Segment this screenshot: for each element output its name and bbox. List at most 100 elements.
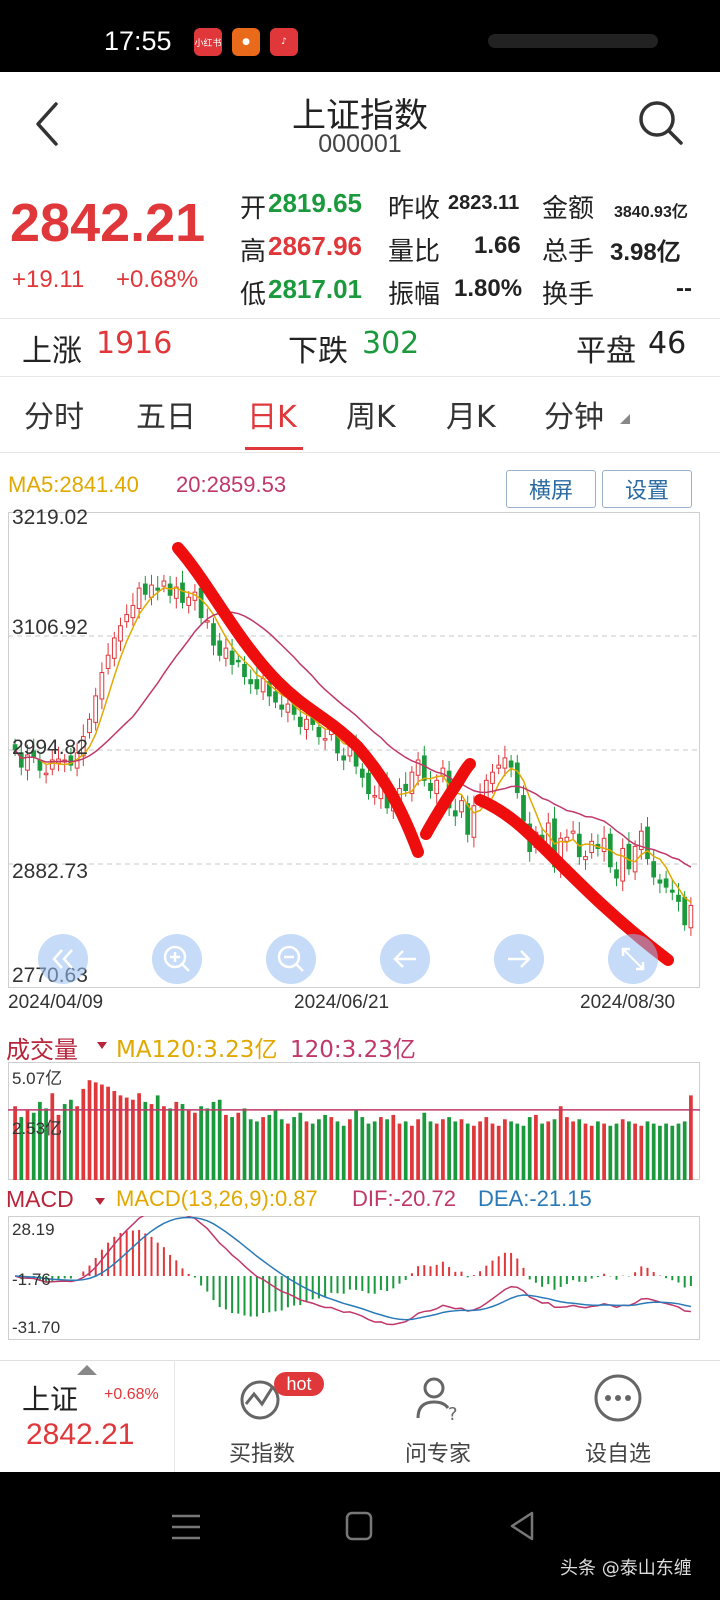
landscape-button[interactable]: 横屏 xyxy=(506,470,596,508)
volume-bar xyxy=(379,1117,383,1180)
kline-chart[interactable] xyxy=(8,512,700,988)
volume-tick-label: 2.53亿 xyxy=(12,1119,63,1138)
candle xyxy=(614,869,619,879)
volume-bar xyxy=(118,1095,123,1180)
tab-daily-k[interactable]: 日K xyxy=(247,392,297,436)
macd-chart[interactable] xyxy=(8,1216,700,1340)
volume-bar xyxy=(354,1110,358,1180)
home-icon[interactable] xyxy=(344,1510,374,1542)
system-nav-bar xyxy=(0,1472,720,1600)
prev-close-label: 昨收 xyxy=(388,194,441,224)
candle xyxy=(322,738,328,741)
candle xyxy=(124,614,130,623)
music-app-icon: ♪ xyxy=(270,28,298,56)
hot-badge: hot xyxy=(274,1372,324,1396)
scroll-left-button[interactable] xyxy=(380,934,430,984)
volume-bar xyxy=(645,1121,650,1180)
volume-bar xyxy=(633,1123,637,1180)
scroll-right-button[interactable] xyxy=(494,934,544,984)
ask-expert-button[interactable]: ? 问专家 xyxy=(376,1364,500,1468)
volume-bar xyxy=(186,1110,191,1180)
macd-params: MACD(13,26,9):0.87 xyxy=(116,1186,318,1211)
zoom-in-button[interactable] xyxy=(152,934,202,984)
zoom-in-icon xyxy=(163,945,190,972)
volume-bar xyxy=(242,1108,247,1180)
dropdown-triangle-icon xyxy=(620,414,630,424)
x-tick-label: 2024/04/09 xyxy=(8,992,104,1013)
volume-bar xyxy=(478,1121,482,1180)
candle xyxy=(242,663,247,678)
candle xyxy=(341,755,347,761)
candle xyxy=(403,783,409,792)
volume-bar xyxy=(496,1125,501,1180)
candle xyxy=(601,837,607,853)
settings-button[interactable]: 设置 xyxy=(602,470,692,508)
turnover-value: -- xyxy=(676,275,692,302)
search-icon[interactable] xyxy=(636,98,686,148)
amount-value: 3840.93亿 xyxy=(614,204,688,221)
volume-bar xyxy=(670,1125,675,1180)
tab-five-day[interactable]: 五日 xyxy=(136,392,196,436)
add-watchlist-button[interactable]: 设自选 xyxy=(556,1364,680,1468)
volume-bar xyxy=(391,1114,396,1180)
candle xyxy=(514,762,520,794)
volume-bar xyxy=(93,1082,98,1180)
candle xyxy=(161,580,167,587)
volume-bar xyxy=(267,1114,272,1180)
volume-bar xyxy=(403,1121,408,1180)
candle xyxy=(366,772,371,795)
volume-bar xyxy=(149,1104,154,1180)
volume-bar xyxy=(87,1080,92,1180)
total-volume-label: 总手 xyxy=(542,237,595,267)
tab-minute[interactable]: 分钟 xyxy=(544,392,604,436)
macd-tick-label: -31.70 xyxy=(12,1318,61,1337)
menu-icon[interactable] xyxy=(170,1512,202,1542)
add-watchlist-label: 设自选 xyxy=(584,1442,651,1467)
macd-tick-label: -1.76 xyxy=(12,1270,51,1289)
dropdown-triangle-icon xyxy=(95,1198,105,1205)
price-change-percent: +0.68% xyxy=(116,266,199,293)
volume-120: 120:3.23亿 xyxy=(290,1037,416,1063)
app-notification-icon: ● xyxy=(232,28,260,56)
volume-chart[interactable] xyxy=(8,1062,700,1180)
volume-bar xyxy=(286,1123,290,1180)
volume-bar xyxy=(509,1121,513,1180)
volume-ratio-label: 量比 xyxy=(388,237,441,267)
macd-title[interactable]: MACD xyxy=(6,1186,74,1213)
volume-bar xyxy=(168,1108,172,1180)
volume-bar xyxy=(205,1108,210,1180)
divider xyxy=(0,376,720,377)
tab-intraday[interactable]: 分时 xyxy=(24,392,84,436)
status-icons xyxy=(488,34,658,48)
collapse-triangle-icon xyxy=(77,1365,97,1375)
candle xyxy=(421,755,427,781)
candle xyxy=(105,654,111,669)
volume-bar xyxy=(230,1117,234,1180)
candle xyxy=(521,795,526,822)
volume-title[interactable]: 成交量 xyxy=(6,1030,78,1065)
candle xyxy=(490,771,495,784)
tab-weekly-k[interactable]: 周K xyxy=(346,392,396,436)
candle xyxy=(570,830,576,834)
rewind-button[interactable] xyxy=(38,934,88,984)
amount-label: 金额 xyxy=(542,194,595,224)
status-bar: 17:55 小红书 ● ♪ xyxy=(0,0,720,72)
candle xyxy=(254,679,260,690)
price-change: +19.11 xyxy=(12,266,85,293)
volume-bar xyxy=(676,1123,681,1180)
divider xyxy=(0,318,720,319)
zoom-out-button[interactable] xyxy=(266,934,316,984)
volume-bar xyxy=(552,1119,557,1180)
up-count: 1916 xyxy=(96,326,173,361)
volume-bar xyxy=(255,1121,259,1180)
volume-bar xyxy=(689,1095,693,1180)
volume-bar xyxy=(174,1101,179,1180)
volume-bar xyxy=(292,1117,296,1180)
flat-count: 46 xyxy=(648,326,687,361)
back-icon[interactable] xyxy=(508,1510,536,1542)
candle xyxy=(155,587,161,591)
buy-index-button[interactable]: hot 买指数 xyxy=(200,1364,324,1468)
fullscreen-button[interactable] xyxy=(608,934,658,984)
tab-monthly-k[interactable]: 月K xyxy=(446,392,496,436)
volume-bar xyxy=(131,1099,135,1180)
